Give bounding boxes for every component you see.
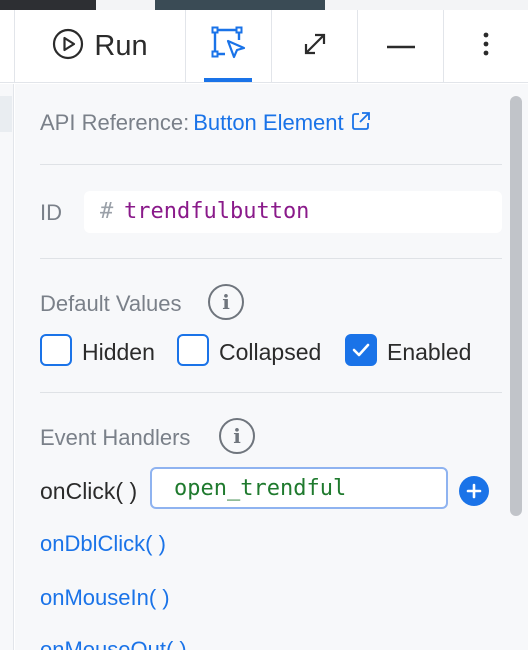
api-reference-link[interactable]: Button Element: [193, 110, 371, 135]
select-cursor-icon: [211, 26, 247, 67]
onclick-label: onClick( ): [40, 478, 138, 504]
section-divider: [40, 258, 502, 259]
select-element-button[interactable]: [186, 10, 272, 82]
ondblclick-link[interactable]: onDblClick( ): [40, 531, 166, 557]
external-link-icon: [350, 110, 372, 138]
api-reference-link-text: Button Element: [193, 110, 344, 135]
left-side-panel: [0, 84, 14, 650]
enabled-checkbox[interactable]: [345, 334, 377, 366]
hidden-checkbox[interactable]: [40, 334, 72, 366]
run-button[interactable]: Run: [14, 10, 186, 82]
onmousein-link[interactable]: onMouseIn( ): [40, 585, 170, 611]
more-options-button[interactable]: [444, 10, 528, 82]
id-prefix: #: [100, 199, 114, 224]
id-value: trendfulbutton: [124, 199, 310, 224]
play-circle-icon: [52, 28, 84, 65]
properties-panel: [15, 84, 528, 650]
api-reference-label: API Reference:: [40, 110, 190, 135]
checkmark-icon: [352, 343, 370, 357]
background-window-edge: [0, 0, 96, 10]
event-handlers-title: Event Handlers: [40, 425, 191, 450]
add-handler-button[interactable]: [459, 476, 489, 506]
minimize-icon: [386, 37, 416, 55]
api-reference: API Reference: Button Element: [40, 110, 372, 138]
window-top-strip: [0, 0, 528, 10]
section-divider: [40, 392, 502, 393]
default-values-title: Default Values: [40, 291, 182, 316]
run-button-label: Run: [94, 29, 148, 62]
onclick-handler-value: open_trendful: [174, 476, 347, 501]
background-window-edge: [155, 0, 325, 10]
info-icon[interactable]: i: [219, 418, 255, 454]
minimize-button[interactable]: [358, 10, 444, 82]
toolbar: Run: [0, 10, 528, 83]
info-icon[interactable]: i: [208, 284, 244, 320]
expand-button[interactable]: [272, 10, 358, 82]
section-divider: [40, 164, 502, 165]
hidden-checkbox-label: Hidden: [82, 339, 155, 365]
expand-icon: [301, 30, 329, 63]
collapsed-checkbox[interactable]: [177, 334, 209, 366]
more-vertical-icon: [482, 32, 490, 61]
panel-scrollbar[interactable]: [510, 96, 522, 516]
active-tab-indicator: [204, 78, 252, 82]
plus-icon: [466, 483, 482, 499]
id-label: ID: [40, 200, 62, 225]
enabled-checkbox-label: Enabled: [387, 339, 472, 365]
collapsed-checkbox-label: Collapsed: [219, 339, 322, 365]
left-panel-highlight: [0, 96, 12, 132]
onmouseout-link[interactable]: onMouseOut( ): [40, 637, 187, 650]
